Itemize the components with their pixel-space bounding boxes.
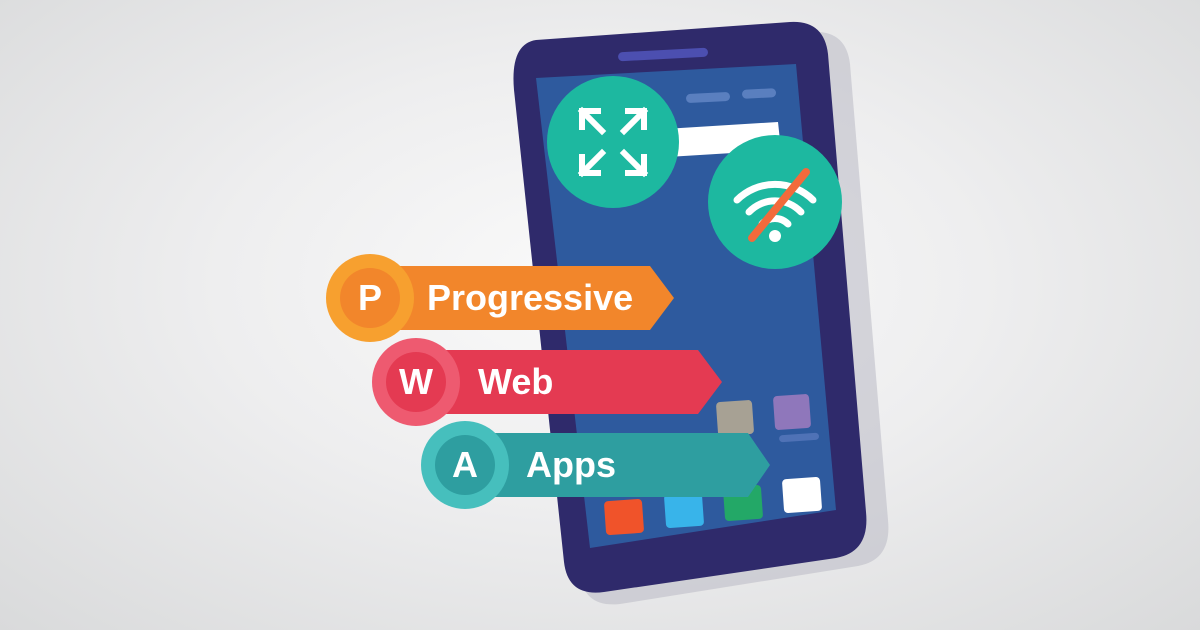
progressive-label: Progressive — [427, 277, 634, 318]
apps-badge-letter: A — [452, 444, 478, 485]
web-label: Web — [478, 361, 554, 402]
illustration-background: P Progressive W Web A Apps — [0, 0, 1200, 630]
apps-label: Apps — [526, 444, 616, 485]
expand-circle — [547, 76, 679, 208]
web-badge-letter: W — [399, 361, 433, 402]
progressive-badge-letter: P — [357, 277, 382, 318]
no-wifi-circle — [708, 135, 842, 269]
